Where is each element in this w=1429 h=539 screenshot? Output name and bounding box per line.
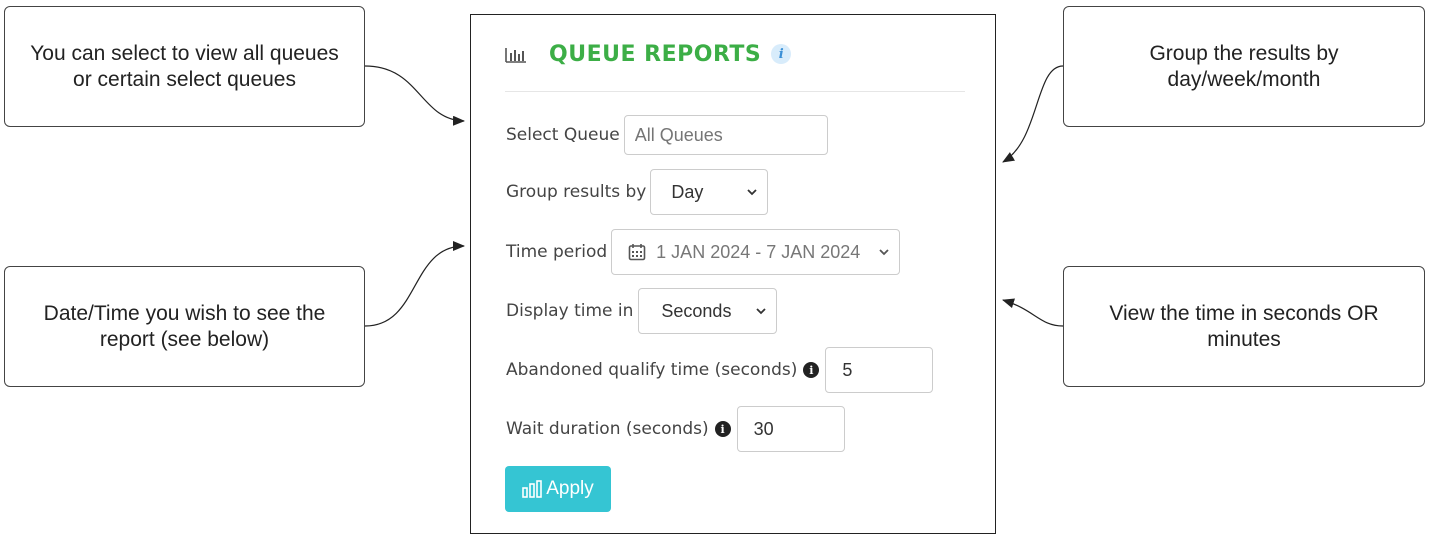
queue-reports-panel: QUEUE REPORTS i Select Queue Group resul… [470,14,996,534]
bar-chart-icon [522,480,543,498]
abandoned-label: Abandoned qualify time (seconds) [506,360,798,380]
arrow-queues [364,65,465,126]
wait-duration-label: Wait duration (seconds) [506,419,709,439]
group-by-row: Group results by Day [506,169,769,215]
arrow-display [1002,298,1064,327]
arrow-date [364,241,465,327]
time-period-label: Time period [506,242,608,262]
time-period-value: 1 JAN 2024 - 7 JAN 2024 [656,241,861,262]
bar-chart-icon [505,48,526,63]
wait-duration-input[interactable] [736,406,845,452]
chevron-down-icon [879,249,889,256]
info-icon[interactable]: i [714,421,731,437]
chevron-down-icon [756,308,767,315]
display-time-value: Seconds [661,300,732,321]
chevron-down-icon [747,189,758,196]
arrow-group [1002,65,1064,163]
time-period-picker[interactable]: 1 JAN 2024 - 7 JAN 2024 [611,229,901,275]
group-by-value: Day [671,181,704,202]
info-icon[interactable]: i [771,44,792,64]
display-time-select[interactable]: Seconds [638,288,778,334]
apply-button[interactable]: Apply [505,466,611,512]
select-queue-input[interactable] [623,115,828,155]
group-by-select[interactable]: Day [650,169,769,215]
page-title: QUEUE REPORTS [549,41,762,67]
time-period-row: Time period 1 JAN 2024 - 7 JAN 2024 [506,229,901,275]
abandoned-qualify-input[interactable] [825,347,934,393]
abandoned-row: Abandoned qualify time (seconds) i [506,347,934,393]
wait-duration-row: Wait duration (seconds) i [506,406,845,452]
select-queue-row: Select Queue [506,115,828,155]
panel-header: QUEUE REPORTS i [505,39,792,69]
divider [505,91,965,92]
select-queue-label: Select Queue [506,125,620,145]
display-time-label: Display time in [506,301,634,321]
calendar-icon [628,244,646,261]
info-icon[interactable]: i [803,362,820,378]
group-by-label: Group results by [506,182,647,202]
display-time-row: Display time in Seconds [506,288,778,334]
apply-label: Apply [546,478,594,499]
